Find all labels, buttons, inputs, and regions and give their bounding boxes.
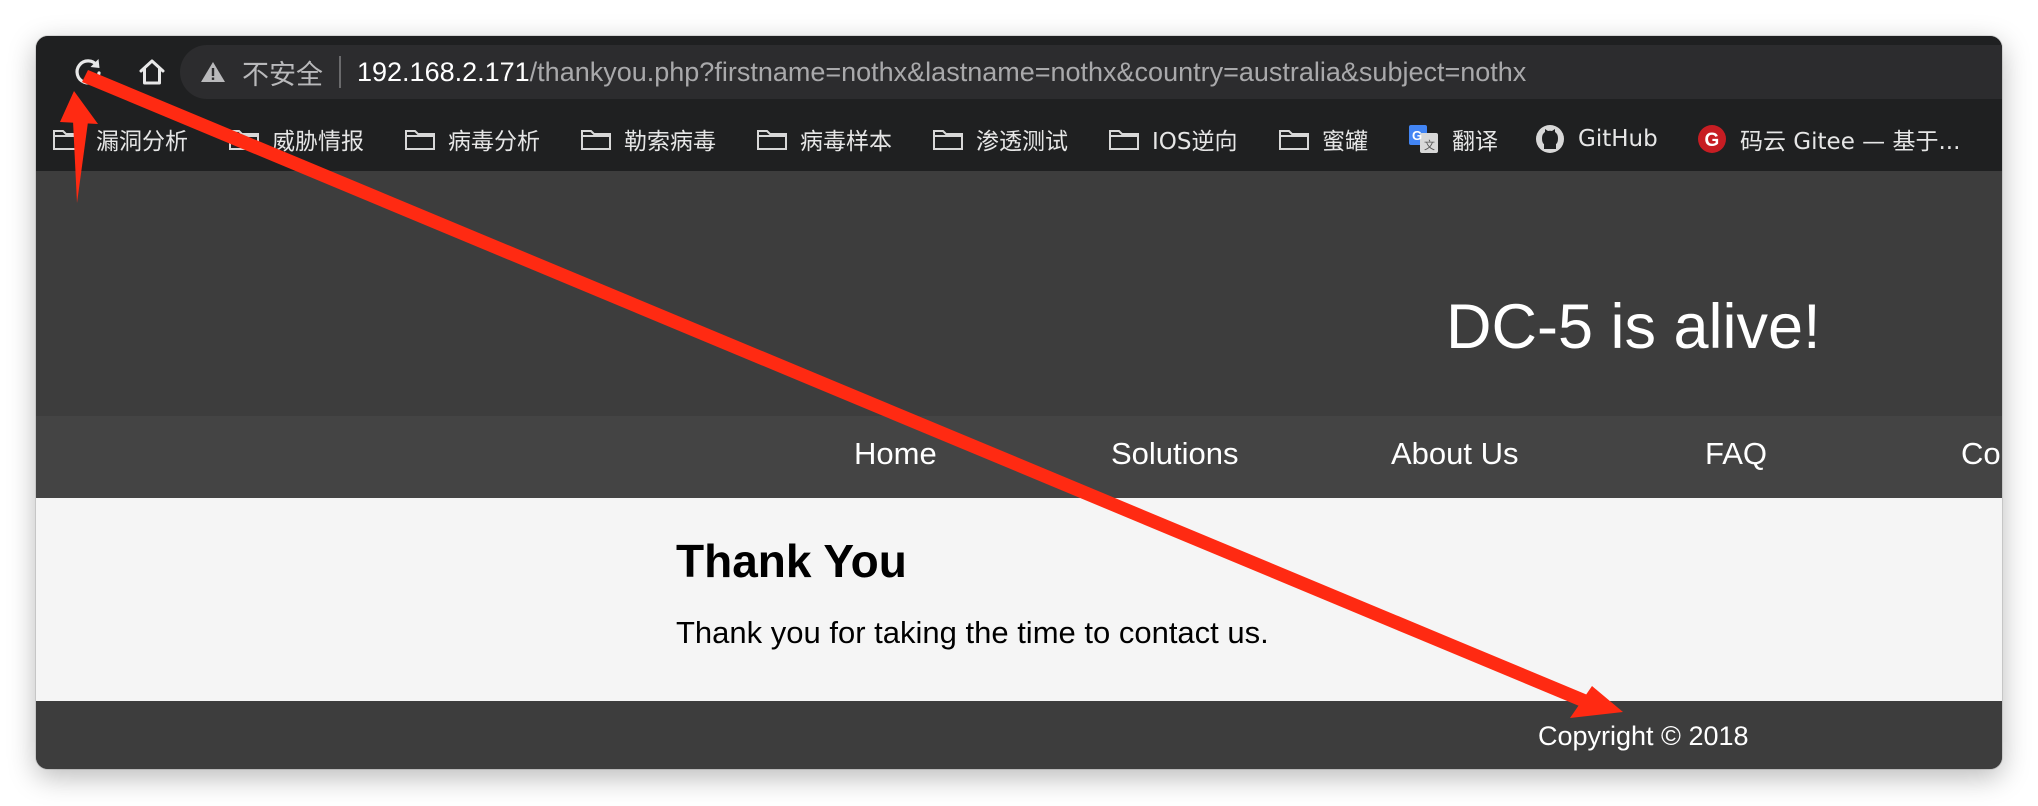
svg-text:文: 文	[1424, 138, 1435, 152]
nav-home-link[interactable]: Home	[854, 436, 937, 472]
gitee-icon: G	[1696, 125, 1728, 153]
nav-solutions-link[interactable]: Solutions	[1111, 436, 1239, 472]
home-icon	[139, 59, 165, 85]
google-translate-icon: G文	[1408, 125, 1440, 153]
browser-toolbar: 不安全 192.168.2.171/thankyou.php?firstname…	[36, 36, 2002, 108]
bookmark-item[interactable]: 威胁情报	[228, 120, 364, 158]
copyright-text: Copyright © 2018	[1538, 721, 1749, 751]
folder-icon	[756, 126, 788, 152]
folder-icon	[932, 126, 964, 152]
folder-icon	[52, 126, 84, 152]
bookmark-item[interactable]: GitHub	[1534, 120, 1658, 158]
browser-window: 不安全 192.168.2.171/thankyou.php?firstname…	[36, 36, 2002, 769]
home-button[interactable]	[132, 52, 172, 92]
bookmark-item[interactable]: IOS逆向	[1108, 120, 1238, 158]
url-host[interactable]: 192.168.2.171	[357, 57, 530, 88]
bookmark-label: 码云 Gitee — 基于...	[1740, 129, 1961, 155]
bookmark-item[interactable]: 漏洞分析	[52, 120, 188, 158]
bookmark-label: 渗透测试	[976, 129, 1068, 155]
reload-button[interactable]	[68, 52, 108, 92]
main-content: Thank You Thank you for taking the time …	[36, 498, 2002, 701]
github-icon	[1534, 125, 1566, 153]
bookmark-label: IOS逆向	[1152, 129, 1238, 155]
bookmark-item[interactable]: 蜜罐	[1278, 120, 1368, 158]
folder-icon	[1278, 126, 1310, 152]
folder-icon	[228, 126, 260, 152]
url-path[interactable]: /thankyou.php?firstname=nothx&lastname=n…	[530, 57, 1527, 88]
site-nav: Home Solutions About Us FAQ Co	[36, 416, 2002, 498]
bookmark-item[interactable]: 渗透测试	[932, 120, 1068, 158]
address-separator	[339, 56, 341, 88]
bookmark-label: 翻译	[1452, 129, 1498, 155]
address-bar[interactable]: 不安全 192.168.2.171/thankyou.php?firstname…	[180, 45, 2002, 99]
bookmark-item[interactable]: 病毒分析	[404, 120, 540, 158]
bookmark-label: 病毒样本	[800, 129, 892, 155]
insecure-label[interactable]: 不安全	[242, 53, 323, 92]
warning-icon	[198, 60, 228, 84]
bookmark-label: 漏洞分析	[96, 129, 188, 155]
nav-about-us-link[interactable]: About Us	[1391, 436, 1519, 472]
nav-faq-link[interactable]: FAQ	[1705, 436, 1767, 472]
page-heading: Thank You	[676, 535, 907, 587]
bookmark-label: 蜜罐	[1322, 129, 1368, 155]
bookmark-label: 勒索病毒	[624, 129, 716, 155]
folder-icon	[580, 126, 612, 152]
folder-icon	[404, 126, 436, 152]
folder-icon	[1108, 126, 1140, 152]
site-header: DC-5 is alive!	[36, 171, 2002, 416]
bookmark-item[interactable]: 病毒样本	[756, 120, 892, 158]
bookmark-label: GitHub	[1578, 126, 1658, 152]
bookmark-label: 威胁情报	[272, 129, 364, 155]
site-title: DC-5 is alive!	[1446, 292, 1821, 362]
svg-text:G: G	[1705, 130, 1720, 151]
reload-icon	[75, 59, 101, 85]
site-footer: Copyright © 2018	[36, 701, 2002, 769]
bookmark-label: 病毒分析	[448, 129, 540, 155]
svg-text:G: G	[1412, 128, 1422, 143]
nav-contact-link[interactable]: Co	[1961, 436, 2001, 472]
bookmark-item[interactable]: G文 翻译	[1408, 120, 1498, 158]
thank-you-message: Thank you for taking the time to contact…	[676, 615, 1269, 650]
bookmark-item[interactable]: G 码云 Gitee — 基于...	[1696, 120, 1960, 158]
bookmarks-bar: 漏洞分析 威胁情报 病毒分析 勒索病毒 病毒样本 渗透测试 IOS逆向 蜜罐 G…	[36, 108, 2002, 172]
bookmark-item[interactable]: 勒索病毒	[580, 120, 716, 158]
